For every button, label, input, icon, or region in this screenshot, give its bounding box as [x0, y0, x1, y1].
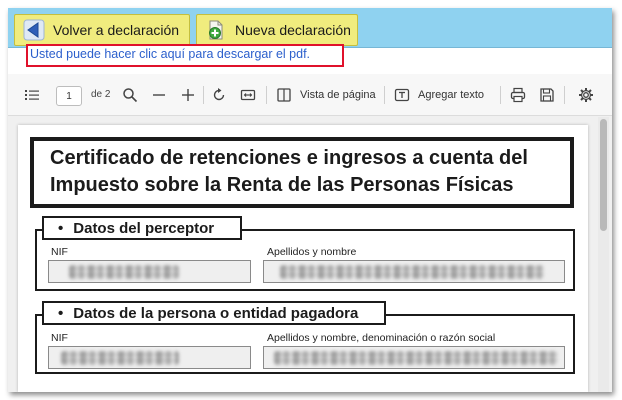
toolbar-divider [266, 86, 267, 104]
new-button-label: Nueva declaración [235, 22, 351, 38]
redacted-value [61, 351, 179, 365]
save-button[interactable] [539, 87, 555, 103]
toolbar-divider [384, 86, 385, 104]
redacted-value [280, 265, 544, 279]
pagadora-heading-text: Datos de la persona o entidad pagadora [73, 304, 359, 322]
zoom-in-button[interactable] [180, 87, 196, 103]
print-button[interactable] [510, 87, 526, 103]
new-declaration-button[interactable]: Nueva declaración [196, 14, 358, 46]
top-banner: Volver a declaración Nueva declaración [8, 8, 612, 48]
toolbar-divider [500, 86, 501, 104]
bullet-icon: • [58, 304, 64, 322]
toolbar-divider [564, 86, 565, 104]
back-arrow-icon [23, 19, 45, 41]
pagadora-name-field [263, 346, 565, 369]
fit-page-button[interactable] [240, 87, 256, 103]
pdf-viewer: de 2 [8, 74, 612, 392]
settings-icon [579, 88, 593, 102]
redacted-value [69, 265, 179, 279]
settings-button[interactable] [578, 87, 594, 103]
perceptor-nif-label: NIF [51, 246, 68, 258]
add-text-icon [394, 88, 410, 102]
scrollbar-thumb[interactable] [600, 119, 607, 231]
page-view-label: Vista de página [300, 89, 376, 101]
rotate-icon [213, 88, 225, 101]
toolbar-divider [203, 86, 204, 104]
print-icon [510, 87, 526, 103]
perceptor-heading-text: Datos del perceptor [73, 219, 215, 237]
certificate-title-line-2: Impuesto sobre la Renta de las Personas … [50, 174, 514, 196]
fit-page-icon [240, 89, 256, 101]
back-to-declaration-button[interactable]: Volver a declaración [14, 14, 190, 46]
page-number-input[interactable] [56, 86, 82, 106]
contents-button[interactable] [24, 87, 40, 103]
certificate-title-box: Certificado de retenciones e ingresos a … [30, 137, 574, 208]
zoom-out-icon [153, 94, 165, 96]
window-frame: Volver a declaración Nueva declaración U… [8, 8, 612, 392]
bullet-icon: • [58, 219, 64, 237]
perceptor-name-label: Apellidos y nombre [267, 246, 357, 258]
pdf-toolbar: de 2 [8, 74, 612, 116]
zoom-out-button[interactable] [151, 87, 167, 103]
page-view-button[interactable]: Vista de página [276, 87, 376, 103]
pagadora-name-label: Apellidos y nombre, denominación o razón… [267, 332, 496, 344]
contents-icon [25, 90, 39, 100]
new-document-icon [209, 20, 223, 40]
vertical-scrollbar[interactable] [598, 117, 609, 392]
certificate-title-line-1: Certificado de retenciones e ingresos a … [50, 147, 528, 169]
page-view-icon [277, 88, 291, 102]
pagadora-nif-label: NIF [51, 332, 68, 344]
download-pdf-link[interactable]: Usted puede hacer clic aquí para descarg… [30, 47, 310, 61]
back-button-label: Volver a declaración [53, 22, 180, 38]
rotate-button[interactable] [211, 87, 227, 103]
redacted-value [274, 351, 558, 365]
save-icon [540, 88, 554, 102]
find-button[interactable] [122, 87, 138, 103]
search-icon [123, 88, 138, 103]
add-text-button[interactable]: Agregar texto [394, 87, 484, 103]
pagadora-heading: • Datos de la persona o entidad pagadora [42, 301, 386, 325]
page-count: de 2 [91, 89, 111, 100]
perceptor-heading: • Datos del perceptor [42, 216, 242, 240]
add-text-label: Agregar texto [418, 89, 485, 101]
perceptor-name-field [263, 260, 565, 283]
pagadora-nif-field [48, 346, 251, 369]
perceptor-nif-field [48, 260, 251, 283]
pdf-page: Certificado de retenciones e ingresos a … [18, 125, 588, 392]
zoom-in-icon [182, 89, 194, 101]
